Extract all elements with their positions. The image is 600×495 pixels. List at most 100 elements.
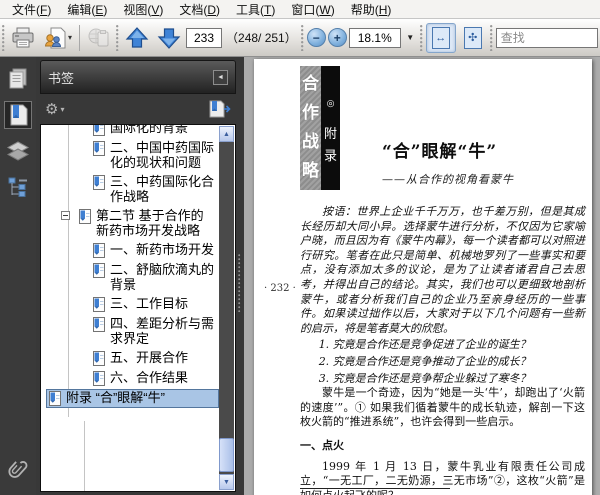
fit-page-button[interactable]: ✣ [458, 23, 488, 53]
bookmarks-icon [7, 103, 29, 127]
bookmark-item[interactable]: 六、合作结果 [42, 370, 218, 387]
fit-width-button[interactable]: ↔ [426, 23, 456, 53]
banner-appendix-label: 附录 [324, 124, 338, 168]
bookmark-label: 二、中国中药国际化的现状和问题 [110, 140, 216, 170]
section-heading: 一、点火 [300, 439, 585, 454]
zoom-dropdown-caret-icon[interactable]: ▼ [403, 28, 418, 48]
page-number-input[interactable] [186, 28, 222, 48]
menu-item[interactable]: 编辑(E) [59, 0, 115, 19]
bookmark-item[interactable]: 第二节 基于合作的新药市场开发战略 [42, 208, 218, 239]
bookmark-item-content[interactable]: 三、工作目标 [91, 296, 218, 313]
toolbar-grip[interactable] [301, 25, 305, 51]
bookmark-page-icon [92, 175, 105, 190]
fit-width-icon: ↔ [432, 27, 450, 49]
bookmark-item-content[interactable]: 三、中药国际化合作战略 [91, 174, 218, 205]
bookmarks-scrollbar[interactable]: ▲ ▼ [219, 126, 234, 490]
bookmark-item-content[interactable]: 国际化的背景 [91, 124, 218, 137]
toolbar-grip[interactable] [2, 25, 6, 51]
bookmark-item-content[interactable]: 二、中国中药国际化的现状和问题 [91, 140, 218, 171]
toolbar-grip[interactable] [116, 25, 120, 51]
disabled-tool-button [84, 23, 114, 53]
bookmark-item-content[interactable]: 四、差距分析与需求界定 [91, 316, 218, 347]
previous-page-button[interactable] [122, 23, 152, 53]
menu-item[interactable]: 帮助(H) [343, 0, 400, 19]
bookmark-item-content[interactable]: 六、合作结果 [91, 370, 218, 387]
menu-item[interactable]: 视图(V) [115, 0, 171, 19]
attachments-panel-button[interactable] [4, 457, 32, 485]
scrollbar-thumb[interactable] [219, 438, 234, 472]
bookmark-item[interactable]: 三、工作目标 [42, 296, 218, 313]
bookmark-item[interactable]: 四、差距分析与需求界定 [42, 316, 218, 347]
menubar: 文件(F)编辑(E)视图(V)文档(D)工具(T)窗口(W)帮助(H) [0, 0, 600, 19]
bookmarks-panel-header: 书签 ◄ [40, 60, 236, 94]
bookmark-item-content[interactable]: 二、舒脑欣滴丸的背景 [91, 262, 218, 293]
intro-paragraph: 按语：世界上企业千千万万，也千差万别，但是其成长经历却大同小异。选择蒙牛进行分析… [300, 205, 585, 336]
next-page-button[interactable] [154, 23, 184, 53]
pages-icon [7, 67, 29, 91]
bookmark-page-icon [92, 124, 105, 136]
bookmark-item-content[interactable]: 附录 “合”眼解“牛” [47, 390, 218, 407]
find-input[interactable] [496, 28, 598, 48]
arrow-down-icon [157, 26, 181, 50]
bookmark-page-icon [48, 391, 61, 406]
article-title-block: “合”眼解“牛” ——从合作的视角看蒙牛 [382, 137, 514, 187]
bookmarks-panel: 书签 ◄ ⚙ ▾ [36, 57, 244, 495]
globe-clipboard-icon [87, 26, 111, 50]
expander-minus-icon[interactable] [61, 211, 70, 220]
menu-item[interactable]: 窗口(W) [283, 0, 342, 19]
panel-title: 书签 [48, 68, 74, 87]
bookmark-item[interactable]: 附录 “合”眼解“牛” [42, 390, 218, 407]
bookmark-item[interactable]: 五、开展合作 [42, 350, 218, 367]
article-title: “合”眼解“牛” [382, 137, 514, 162]
toolbar-grip[interactable] [490, 25, 494, 51]
toolbar: ▾ （248/ 251） − [0, 19, 600, 57]
bookmark-page-icon [92, 141, 105, 156]
model-tree-panel-button[interactable] [4, 173, 32, 201]
print-button[interactable] [8, 23, 38, 53]
menu-item[interactable]: 文档(D) [171, 0, 228, 19]
page-number-label: · 232 · [264, 283, 296, 294]
bookmark-item[interactable]: 国际化的背景 [42, 124, 218, 137]
collaborate-button[interactable]: ▾ [40, 23, 75, 53]
banner-appendix-strip: ◎ 附录 [321, 66, 340, 190]
goto-current-bookmark-button[interactable] [207, 100, 231, 118]
document-view[interactable]: 合作战略 ◎ 附录 “合”眼解“牛” ——从合作的视角看蒙牛 · 232 · 按… [244, 57, 600, 495]
goto-bookmark-icon [207, 100, 231, 118]
bookmark-item[interactable]: 二、中国中药国际化的现状和问题 [42, 140, 218, 171]
layers-panel-button[interactable] [4, 137, 32, 165]
zoom-in-button[interactable]: + [328, 28, 347, 47]
bookmarks-options-bar: ⚙ ▾ [40, 94, 236, 124]
toolbar-grip[interactable] [420, 25, 424, 51]
scrollbar-up-icon[interactable]: ▲ [219, 126, 234, 142]
bookmark-item-content[interactable]: 一、新药市场开发 [91, 242, 218, 259]
bookmark-item-content[interactable]: 五、开展合作 [91, 350, 218, 367]
panel-resize-grip[interactable] [238, 254, 242, 312]
pages-panel-button[interactable] [4, 65, 32, 93]
bookmark-item-content[interactable]: 第二节 基于合作的新药市场开发战略 [77, 208, 218, 239]
zoom-out-button[interactable]: − [307, 28, 326, 47]
collaborate-dropdown-caret-icon[interactable]: ▾ [68, 33, 72, 42]
bookmark-label: 三、工作目标 [110, 296, 188, 311]
bookmarks-panel-button[interactable] [4, 101, 32, 129]
bookmark-item[interactable]: 一、新药市场开发 [42, 242, 218, 259]
bookmark-page-icon [92, 263, 105, 278]
share-document-icon [43, 26, 67, 50]
layers-icon [6, 140, 30, 162]
model-tree-icon [6, 175, 30, 199]
toolbar-separator [79, 25, 80, 51]
paperclip-icon [6, 459, 30, 483]
collapse-panel-button[interactable]: ◄ [213, 70, 228, 85]
scrollbar-down-icon[interactable]: ▼ [219, 474, 234, 490]
bookmark-item[interactable]: 三、中药国际化合作战略 [42, 174, 218, 205]
menu-item[interactable]: 工具(T) [228, 0, 283, 19]
options-dropdown-caret-icon[interactable]: ▾ [60, 105, 64, 114]
question-1: 1. 究竟是合作还是竞争促进了企业的诞生？ [319, 338, 585, 353]
menu-item[interactable]: 文件(F) [4, 0, 59, 19]
bookmark-page-icon [92, 243, 105, 258]
bookmark-item[interactable]: 二、舒脑欣滴丸的背景 [42, 262, 218, 293]
bookmark-label: 三、中药国际化合作战略 [110, 174, 216, 204]
banner-circle-mark-icon: ◎ [327, 98, 335, 109]
zoom-level-input[interactable] [349, 28, 401, 48]
article-subtitle: ——从合作的视角看蒙牛 [382, 171, 514, 187]
options-gear-icon[interactable]: ⚙ [45, 102, 58, 117]
